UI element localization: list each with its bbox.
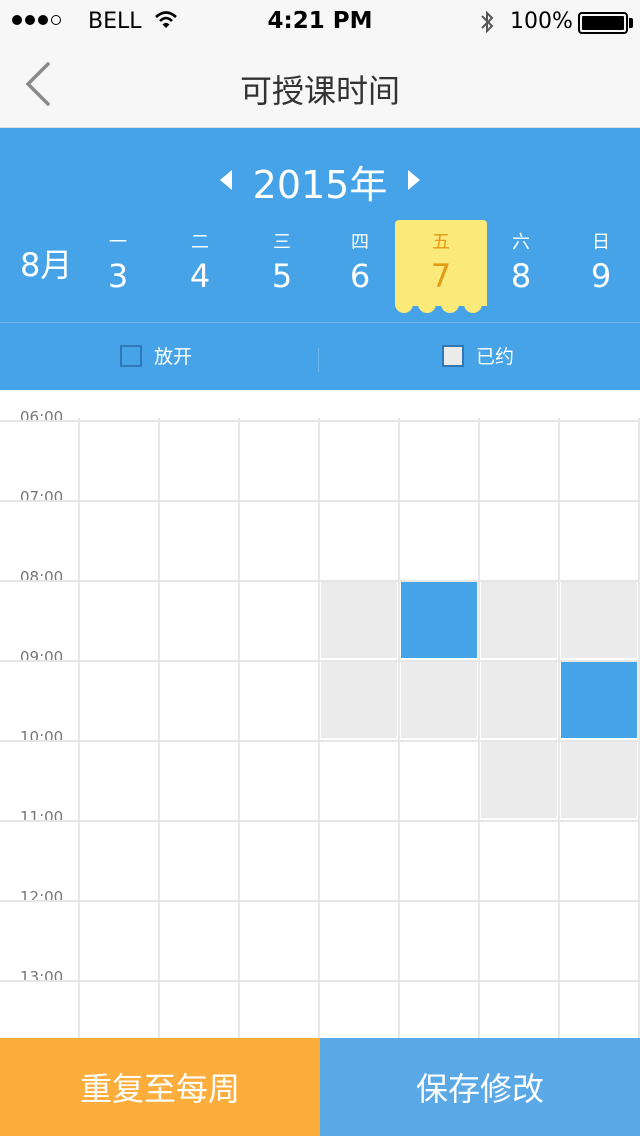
time-label: 07:00 (20, 488, 64, 506)
repeat-weekly-button[interactable]: 重复至每周 (0, 1038, 320, 1136)
grid-column-line (158, 418, 160, 1038)
bluetooth-icon (480, 10, 494, 38)
time-label: 06:00 (20, 408, 64, 426)
scallop-edge-icon (395, 298, 482, 313)
grid-row-line (0, 500, 640, 502)
year-label: 2015年 (252, 163, 388, 207)
prev-year-button[interactable] (218, 168, 234, 196)
calendar-header: 2015年 8月 一 3 二 4 三 5 四 6 五 7 六 8 日 9 放开 … (0, 128, 640, 390)
time-label: 09:00 (20, 648, 64, 666)
battery-tip (629, 18, 633, 28)
day-column-thu[interactable]: 四 6 (314, 220, 406, 306)
legend-separator (318, 348, 319, 372)
legend-booked-label: 已约 (476, 346, 515, 368)
grid-column-line (78, 418, 80, 1038)
grid-row-line (0, 820, 640, 822)
legend-open: 放开 (120, 342, 192, 369)
booked-slot-cell[interactable] (561, 742, 637, 818)
open-slot-swatch (120, 344, 142, 367)
grid-row-line (0, 980, 640, 982)
booked-slot-cell[interactable] (481, 582, 557, 658)
day-column-sun[interactable]: 日 9 (555, 220, 640, 306)
battery-icon (578, 12, 628, 34)
date-label: 7 (430, 257, 452, 295)
save-changes-button[interactable]: 保存修改 (320, 1038, 640, 1136)
caret-right-icon (408, 169, 421, 190)
time-label: 10:00 (20, 728, 64, 746)
open-slot-cell[interactable] (401, 582, 477, 658)
day-column-sat[interactable]: 六 8 (475, 220, 567, 306)
booked-slot-swatch (442, 344, 464, 367)
time-label: 13:00 (20, 968, 64, 986)
booked-slot-cell[interactable] (561, 582, 637, 658)
weekday-label: 一 (109, 232, 127, 253)
status-bar: BELL 4:21 PM 100% (0, 0, 640, 40)
year-selector: 2015年 (0, 154, 640, 209)
date-label: 9 (590, 257, 612, 295)
time-label: 11:00 (20, 808, 64, 826)
weekday-label: 五 (432, 232, 450, 253)
battery-percent: 100% (510, 9, 573, 34)
date-label: 4 (189, 257, 211, 295)
legend-booked: 已约 (442, 342, 514, 369)
grid-column-line (398, 418, 400, 1038)
date-label: 8 (510, 257, 532, 295)
booked-slot-cell[interactable] (481, 742, 557, 818)
time-label: 12:00 (20, 888, 64, 906)
booked-slot-cell[interactable] (401, 662, 477, 738)
weekday-label: 日 (592, 232, 610, 253)
grid-column-line (478, 418, 480, 1038)
weekday-label: 四 (351, 232, 369, 253)
grid-column-line (318, 418, 320, 1038)
booked-slot-cell[interactable] (321, 662, 397, 738)
next-year-button[interactable] (406, 168, 422, 196)
weekday-label: 二 (191, 232, 209, 253)
schedule-grid[interactable]: 06:00 07:00 08:00 09:00 10:00 11:00 12:00 13:00 (0, 390, 640, 1038)
page-title: 可授课时间 (239, 72, 400, 110)
caret-left-icon (219, 169, 232, 190)
header-divider (0, 322, 640, 323)
nav-bar: 可授课时间 (0, 40, 640, 128)
grid-row-line (0, 900, 640, 902)
grid-column-line (238, 418, 240, 1038)
day-column-tue[interactable]: 二 4 (154, 220, 246, 306)
open-slot-cell[interactable] (561, 662, 637, 738)
booked-slot-cell[interactable] (481, 662, 557, 738)
time-label: 08:00 (20, 568, 64, 586)
weekday-label: 六 (512, 232, 530, 253)
month-label: 8月 (20, 246, 73, 284)
grid-column-line (558, 418, 560, 1038)
day-column-fri-selected[interactable]: 五 7 (395, 220, 487, 313)
date-label: 6 (349, 257, 371, 295)
booked-slot-cell[interactable] (321, 582, 397, 658)
day-column-mon[interactable]: 一 3 (72, 220, 164, 306)
grid-row-line (0, 420, 640, 422)
legend-open-label: 放开 (154, 346, 193, 368)
date-label: 3 (107, 257, 129, 295)
